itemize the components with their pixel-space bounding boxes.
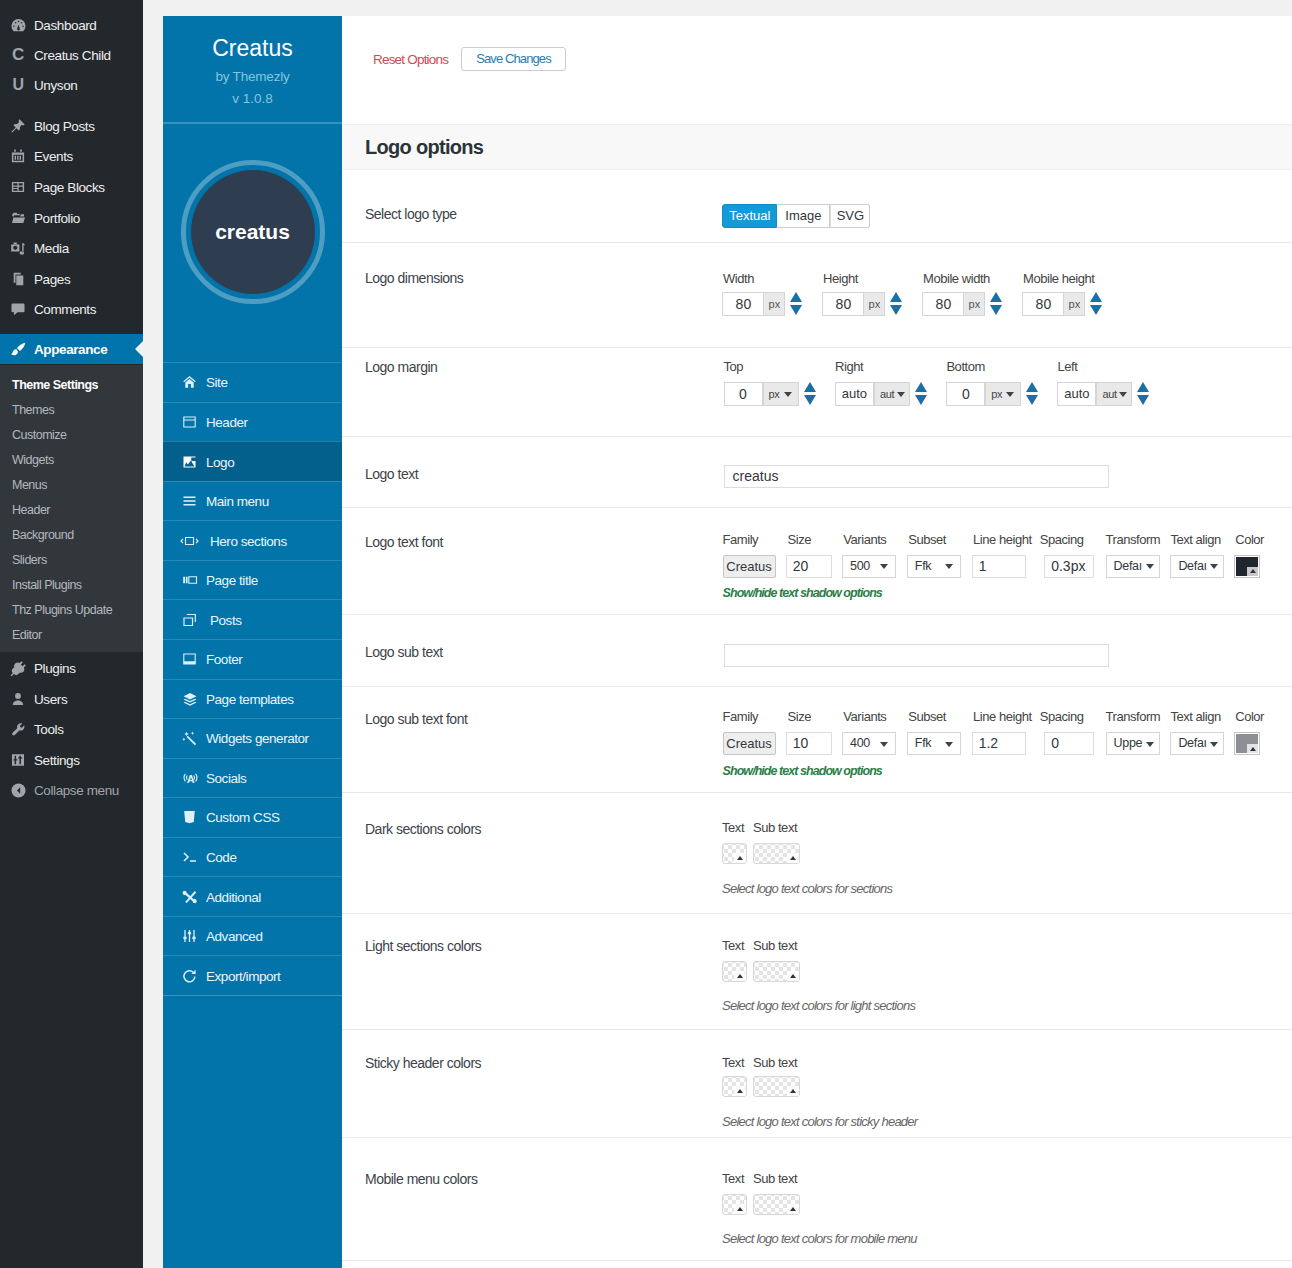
- svg-text:A: A: [187, 772, 195, 784]
